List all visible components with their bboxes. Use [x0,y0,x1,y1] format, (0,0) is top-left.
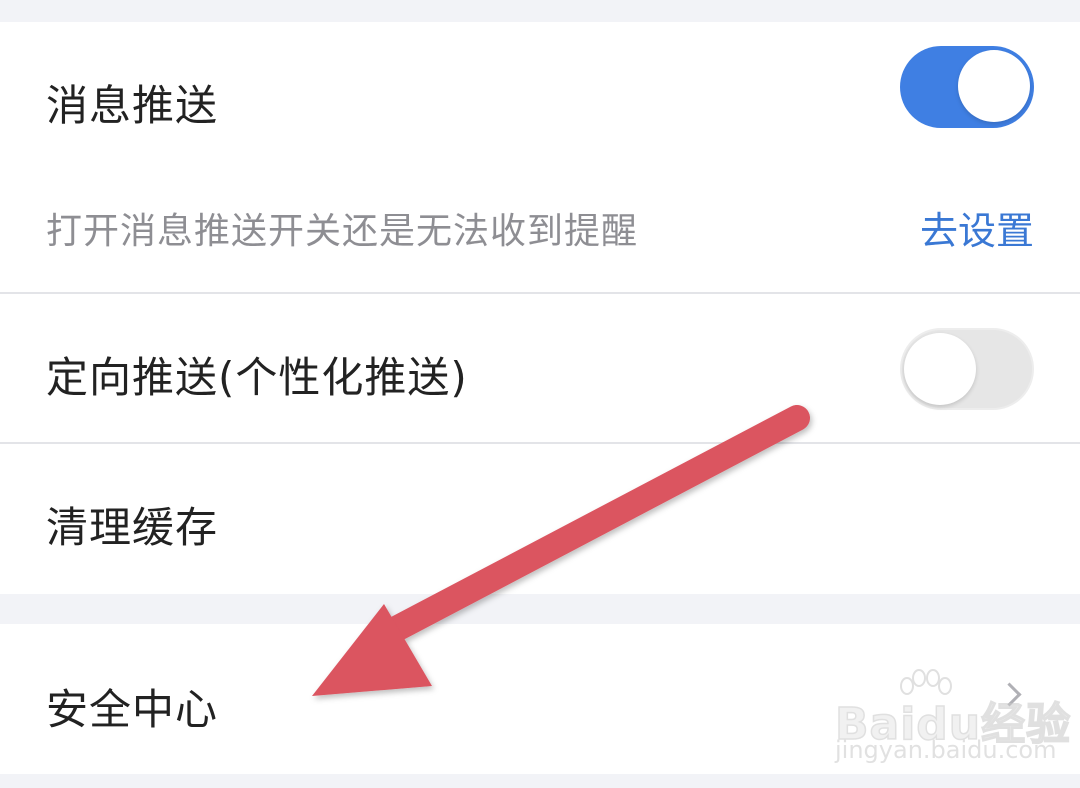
targeted-push-toggle[interactable] [900,328,1034,410]
go-settings-link[interactable]: 去设置 [920,200,1034,255]
security-center-label: 安全中心 [46,685,219,734]
targeted-push-row: 定向推送(个性化推送) [0,294,1080,442]
push-hint-text: 打开消息推送开关还是无法收到提醒 [46,211,639,252]
settings-group-notifications: 消息推送 打开消息推送开关还是无法收到提醒 去设置 定向推送(个性化推送) 清理… [0,22,1080,594]
baidu-watermark: Baidu经验 jingyan.baidu.com [834,668,1071,768]
clear-cache-label: 清理缓存 [46,503,219,552]
push-notification-label: 消息推送 [46,81,219,130]
clear-cache-row[interactable]: 清理缓存 [0,444,1080,594]
settings-page: 消息推送 打开消息推送开关还是无法收到提醒 去设置 定向推送(个性化推送) 清理… [0,0,1080,788]
push-hint-row: 打开消息推送开关还是无法收到提醒 去设置 [0,172,1080,292]
toggle-knob [904,333,976,405]
targeted-push-label: 定向推送(个性化推送) [46,353,468,402]
toggle-knob [958,50,1030,122]
watermark-url: jingyan.baidu.com [835,736,1057,764]
push-notification-row: 消息推送 [0,22,1080,172]
push-notification-toggle[interactable] [900,46,1034,128]
